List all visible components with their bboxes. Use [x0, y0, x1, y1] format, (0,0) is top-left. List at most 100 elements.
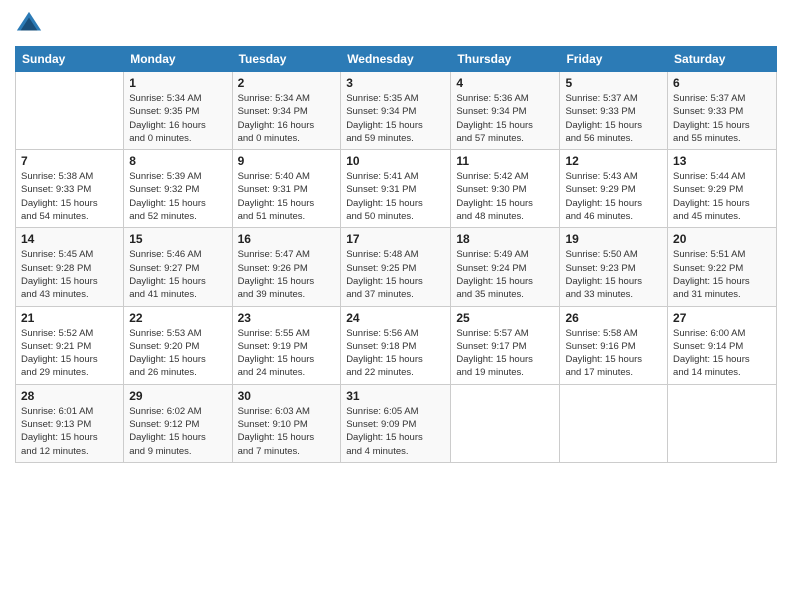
day-info: Sunrise: 5:37 AM Sunset: 9:33 PM Dayligh… — [565, 92, 662, 145]
day-number: 13 — [673, 154, 771, 168]
weekday-header-row: SundayMondayTuesdayWednesdayThursdayFrid… — [16, 47, 777, 72]
calendar-cell: 19 Sunrise: 5:50 AM Sunset: 9:23 PM Dayli… — [560, 228, 668, 306]
day-number: 20 — [673, 232, 771, 246]
day-number: 8 — [129, 154, 226, 168]
day-number: 9 — [238, 154, 336, 168]
calendar-cell: 3Sunrise: 5:35 AM Sunset: 9:34 PM Daylig… — [341, 72, 451, 150]
calendar-cell: 9 Sunrise: 5:40 AM Sunset: 9:31 PM Daylig… — [232, 150, 341, 228]
day-info: Sunrise: 5:34 AM Sunset: 9:35 PM Dayligh… — [129, 92, 226, 145]
day-info: Sunrise: 5:39 AM Sunset: 9:32 PM Dayligh… — [129, 170, 226, 223]
calendar-cell: 20 Sunrise: 5:51 AM Sunset: 9:22 PM Dayli… — [668, 228, 777, 306]
logo — [15, 10, 47, 38]
day-info: Sunrise: 5:37 AM Sunset: 9:33 PM Dayligh… — [673, 92, 771, 145]
day-number: 17 — [346, 232, 445, 246]
day-number: 7 — [21, 154, 118, 168]
calendar-cell: 18Sunrise: 5:49 AM Sunset: 9:24 PM Dayli… — [451, 228, 560, 306]
day-number: 6 — [673, 76, 771, 90]
weekday-header-tuesday: Tuesday — [232, 47, 341, 72]
calendar-cell: 14Sunrise: 5:45 AM Sunset: 9:28 PM Dayli… — [16, 228, 124, 306]
day-info: Sunrise: 6:00 AM Sunset: 9:14 PM Dayligh… — [673, 327, 771, 380]
day-number: 19 — [565, 232, 662, 246]
calendar-cell: 24 Sunrise: 5:56 AM Sunset: 9:18 PM Dayli… — [341, 306, 451, 384]
calendar-table: SundayMondayTuesdayWednesdayThursdayFrid… — [15, 46, 777, 463]
calendar-cell: 22 Sunrise: 5:53 AM Sunset: 9:20 PM Dayli… — [124, 306, 232, 384]
calendar-cell: 16 Sunrise: 5:47 AM Sunset: 9:26 PM Dayli… — [232, 228, 341, 306]
day-number: 4 — [456, 76, 554, 90]
day-info: Sunrise: 5:51 AM Sunset: 9:22 PM Dayligh… — [673, 248, 771, 301]
calendar-cell: 5 Sunrise: 5:37 AM Sunset: 9:33 PM Daylig… — [560, 72, 668, 150]
day-info: Sunrise: 5:49 AM Sunset: 9:24 PM Dayligh… — [456, 248, 554, 301]
day-info: Sunrise: 5:34 AM Sunset: 9:34 PM Dayligh… — [238, 92, 336, 145]
day-info: Sunrise: 5:56 AM Sunset: 9:18 PM Dayligh… — [346, 327, 445, 380]
calendar-cell: 10 Sunrise: 5:41 AM Sunset: 9:31 PM Dayli… — [341, 150, 451, 228]
day-number: 25 — [456, 311, 554, 325]
day-number: 2 — [238, 76, 336, 90]
day-info: Sunrise: 5:44 AM Sunset: 9:29 PM Dayligh… — [673, 170, 771, 223]
day-number: 10 — [346, 154, 445, 168]
calendar-cell: 6 Sunrise: 5:37 AM Sunset: 9:33 PM Daylig… — [668, 72, 777, 150]
day-info: Sunrise: 5:36 AM Sunset: 9:34 PM Dayligh… — [456, 92, 554, 145]
day-info: Sunrise: 5:46 AM Sunset: 9:27 PM Dayligh… — [129, 248, 226, 301]
day-number: 16 — [238, 232, 336, 246]
calendar-cell — [560, 384, 668, 462]
calendar-cell: 31 Sunrise: 6:05 AM Sunset: 9:09 PM Dayli… — [341, 384, 451, 462]
calendar-cell: 4 Sunrise: 5:36 AM Sunset: 9:34 PM Daylig… — [451, 72, 560, 150]
day-number: 31 — [346, 389, 445, 403]
day-number: 23 — [238, 311, 336, 325]
logo-icon — [15, 10, 43, 38]
calendar-cell — [668, 384, 777, 462]
day-info: Sunrise: 5:57 AM Sunset: 9:17 PM Dayligh… — [456, 327, 554, 380]
day-number: 30 — [238, 389, 336, 403]
day-number: 15 — [129, 232, 226, 246]
day-info: Sunrise: 5:48 AM Sunset: 9:25 PM Dayligh… — [346, 248, 445, 301]
calendar-cell: 23Sunrise: 5:55 AM Sunset: 9:19 PM Dayli… — [232, 306, 341, 384]
day-info: Sunrise: 5:47 AM Sunset: 9:26 PM Dayligh… — [238, 248, 336, 301]
weekday-header-sunday: Sunday — [16, 47, 124, 72]
day-number: 12 — [565, 154, 662, 168]
calendar-cell: 8 Sunrise: 5:39 AM Sunset: 9:32 PM Daylig… — [124, 150, 232, 228]
calendar-week-row: 14Sunrise: 5:45 AM Sunset: 9:28 PM Dayli… — [16, 228, 777, 306]
day-info: Sunrise: 5:43 AM Sunset: 9:29 PM Dayligh… — [565, 170, 662, 223]
day-info: Sunrise: 5:40 AM Sunset: 9:31 PM Dayligh… — [238, 170, 336, 223]
day-number: 22 — [129, 311, 226, 325]
calendar-cell: 15 Sunrise: 5:46 AM Sunset: 9:27 PM Dayli… — [124, 228, 232, 306]
calendar-cell: 27 Sunrise: 6:00 AM Sunset: 9:14 PM Dayli… — [668, 306, 777, 384]
day-number: 28 — [21, 389, 118, 403]
weekday-header-thursday: Thursday — [451, 47, 560, 72]
calendar-cell: 1 Sunrise: 5:34 AM Sunset: 9:35 PM Daylig… — [124, 72, 232, 150]
day-info: Sunrise: 5:38 AM Sunset: 9:33 PM Dayligh… — [21, 170, 118, 223]
calendar-cell: 25 Sunrise: 5:57 AM Sunset: 9:17 PM Dayli… — [451, 306, 560, 384]
calendar-cell: 2 Sunrise: 5:34 AM Sunset: 9:34 PM Daylig… — [232, 72, 341, 150]
day-number: 21 — [21, 311, 118, 325]
day-number: 3 — [346, 76, 445, 90]
day-info: Sunrise: 5:58 AM Sunset: 9:16 PM Dayligh… — [565, 327, 662, 380]
calendar-week-row: 28 Sunrise: 6:01 AM Sunset: 9:13 PM Dayli… — [16, 384, 777, 462]
calendar-week-row: 1 Sunrise: 5:34 AM Sunset: 9:35 PM Daylig… — [16, 72, 777, 150]
calendar-week-row: 7 Sunrise: 5:38 AM Sunset: 9:33 PM Daylig… — [16, 150, 777, 228]
day-info: Sunrise: 5:42 AM Sunset: 9:30 PM Dayligh… — [456, 170, 554, 223]
weekday-header-monday: Monday — [124, 47, 232, 72]
calendar-cell: 29Sunrise: 6:02 AM Sunset: 9:12 PM Dayli… — [124, 384, 232, 462]
day-info: Sunrise: 6:01 AM Sunset: 9:13 PM Dayligh… — [21, 405, 118, 458]
calendar-week-row: 21Sunrise: 5:52 AM Sunset: 9:21 PM Dayli… — [16, 306, 777, 384]
day-info: Sunrise: 6:03 AM Sunset: 9:10 PM Dayligh… — [238, 405, 336, 458]
day-number: 27 — [673, 311, 771, 325]
calendar-cell: 21Sunrise: 5:52 AM Sunset: 9:21 PM Dayli… — [16, 306, 124, 384]
calendar-cell: 28 Sunrise: 6:01 AM Sunset: 9:13 PM Dayli… — [16, 384, 124, 462]
day-number: 24 — [346, 311, 445, 325]
day-info: Sunrise: 5:50 AM Sunset: 9:23 PM Dayligh… — [565, 248, 662, 301]
day-number: 1 — [129, 76, 226, 90]
weekday-header-saturday: Saturday — [668, 47, 777, 72]
calendar-cell: 12 Sunrise: 5:43 AM Sunset: 9:29 PM Dayli… — [560, 150, 668, 228]
day-number: 14 — [21, 232, 118, 246]
day-info: Sunrise: 6:05 AM Sunset: 9:09 PM Dayligh… — [346, 405, 445, 458]
calendar-cell: 17 Sunrise: 5:48 AM Sunset: 9:25 PM Dayli… — [341, 228, 451, 306]
weekday-header-wednesday: Wednesday — [341, 47, 451, 72]
day-number: 29 — [129, 389, 226, 403]
day-info: Sunrise: 5:41 AM Sunset: 9:31 PM Dayligh… — [346, 170, 445, 223]
day-number: 5 — [565, 76, 662, 90]
calendar-cell: 26Sunrise: 5:58 AM Sunset: 9:16 PM Dayli… — [560, 306, 668, 384]
calendar-cell: 7 Sunrise: 5:38 AM Sunset: 9:33 PM Daylig… — [16, 150, 124, 228]
day-info: Sunrise: 5:53 AM Sunset: 9:20 PM Dayligh… — [129, 327, 226, 380]
calendar-cell: 13 Sunrise: 5:44 AM Sunset: 9:29 PM Dayli… — [668, 150, 777, 228]
